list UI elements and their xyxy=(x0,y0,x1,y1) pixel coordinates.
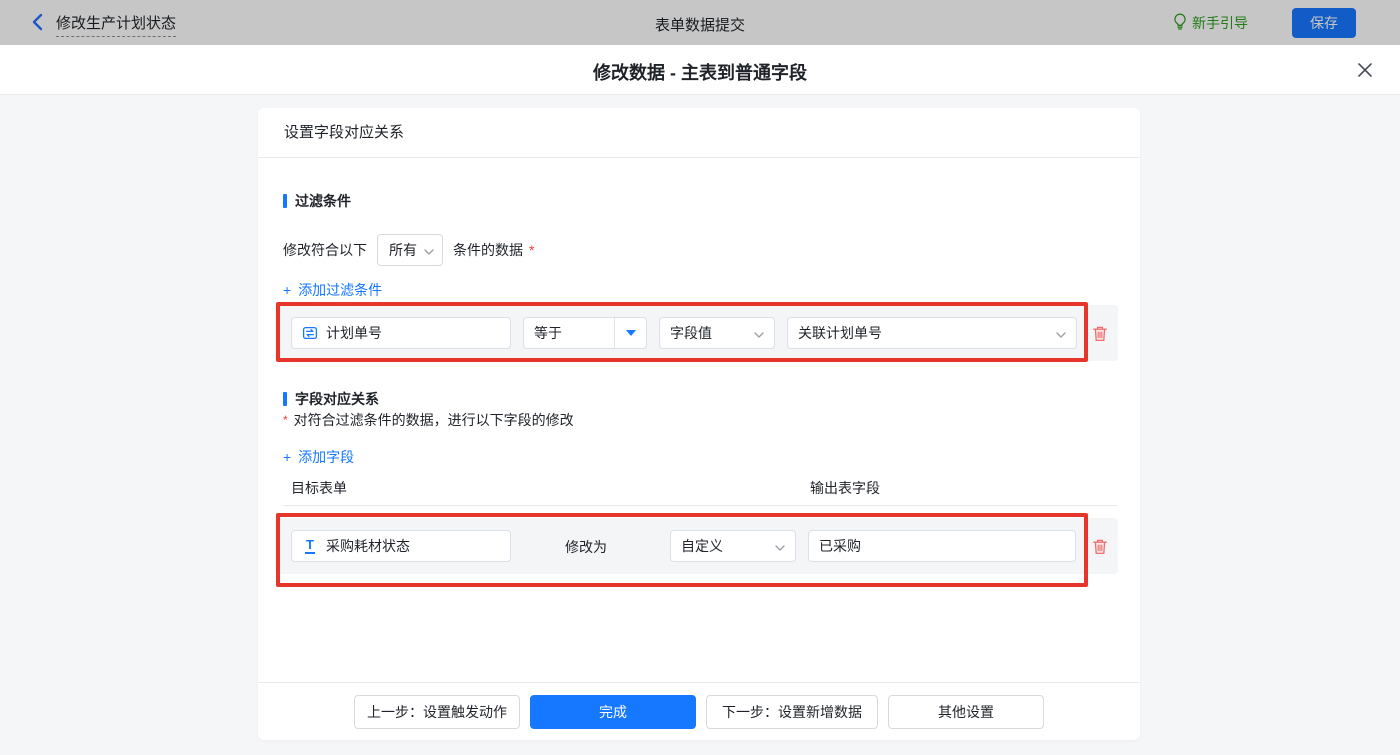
field-mapping-row: T 采购耗材状态 修改为 自定义 已采购 xyxy=(275,518,1118,574)
lightbulb-icon xyxy=(1173,13,1187,33)
output-field-column-header: 输出表字段 xyxy=(810,478,880,498)
serial-number-field-icon xyxy=(302,325,318,341)
required-mark: * xyxy=(529,242,534,258)
section-marker xyxy=(283,194,287,208)
modal-title: 修改数据 - 主表到普通字段 xyxy=(0,59,1400,85)
chevron-down-icon xyxy=(775,538,785,554)
caret-down-icon xyxy=(626,330,636,336)
mapping-note: 对符合过滤条件的数据，进行以下字段的修改 xyxy=(294,410,574,430)
filter-section-title: 过滤条件 xyxy=(283,191,351,211)
close-icon[interactable] xyxy=(1356,61,1374,79)
condition-suffix: 条件的数据 xyxy=(453,240,523,260)
match-mode-select[interactable]: 所有 xyxy=(377,234,443,266)
panel-header: 设置字段对应关系 xyxy=(258,108,1140,158)
operator-value: 等于 xyxy=(524,323,614,343)
target-field-value: 采购耗材状态 xyxy=(326,536,410,556)
other-settings-button[interactable]: 其他设置 xyxy=(888,695,1044,729)
chevron-down-icon xyxy=(424,242,434,258)
filter-field-select[interactable]: 计划单号 xyxy=(291,317,511,349)
target-form-column-header: 目标表单 xyxy=(291,480,347,496)
modify-to-label: 修改为 xyxy=(565,537,607,557)
operator-caret-zone[interactable] xyxy=(614,318,646,348)
mapping-section-title: 字段对应关系 xyxy=(283,389,379,409)
prev-step-button[interactable]: 上一步：设置触发动作 xyxy=(354,695,520,729)
top-bar: 修改生产计划状态 表单数据提交 新手引导 保存 xyxy=(0,0,1400,45)
add-filter-condition-link[interactable]: + 添加过滤条件 xyxy=(283,280,382,300)
compare-value: 关联计划单号 xyxy=(798,323,882,343)
divider xyxy=(283,505,1118,506)
output-type-select[interactable]: 自定义 xyxy=(670,530,796,562)
condition-prefix: 修改符合以下 xyxy=(283,240,367,260)
add-filter-condition-label: 添加过滤条件 xyxy=(298,280,382,300)
mapping-note-line: * 对符合过滤条件的数据，进行以下字段的修改 xyxy=(283,410,574,430)
beginner-guide-link[interactable]: 新手引导 xyxy=(1173,13,1248,33)
modal-body: 设置字段对应关系 过滤条件 修改符合以下 所有 条件的数据 * + 添加过滤条件 xyxy=(0,95,1400,755)
chevron-down-icon xyxy=(754,325,764,341)
add-field-link[interactable]: + 添加字段 xyxy=(283,447,354,467)
chevron-down-icon xyxy=(1056,325,1066,341)
beginner-guide-label: 新手引导 xyxy=(1192,13,1248,33)
compare-value-select[interactable]: 关联计划单号 xyxy=(787,317,1077,349)
mapping-section-label: 字段对应关系 xyxy=(295,389,379,409)
required-mark: * xyxy=(283,413,288,427)
text-field-icon: T xyxy=(302,538,318,554)
value-type-select[interactable]: 字段值 xyxy=(659,317,775,349)
filter-section-label: 过滤条件 xyxy=(295,191,351,211)
filter-condition-line: 修改符合以下 所有 条件的数据 * xyxy=(283,234,534,266)
add-field-label: 添加字段 xyxy=(298,447,354,467)
panel-footer: 上一步：设置触发动作 完成 下一步：设置新增数据 其他设置 xyxy=(258,682,1140,740)
modal-header: 修改数据 - 主表到普通字段 xyxy=(0,45,1400,95)
filter-condition-row: 计划单号 等于 字段值 关联计划单号 xyxy=(275,305,1118,361)
trash-icon[interactable] xyxy=(1092,325,1108,342)
target-field-select[interactable]: T 采购耗材状态 xyxy=(291,530,511,562)
output-value-input[interactable]: 已采购 xyxy=(808,530,1076,562)
value-type-value: 字段值 xyxy=(670,323,712,343)
save-button[interactable]: 保存 xyxy=(1292,8,1356,38)
settings-panel: 设置字段对应关系 过滤条件 修改符合以下 所有 条件的数据 * + 添加过滤条件 xyxy=(258,108,1140,740)
operator-select[interactable]: 等于 xyxy=(523,317,647,349)
plus-icon: + xyxy=(283,282,291,298)
next-step-button[interactable]: 下一步：设置新增数据 xyxy=(706,695,878,729)
plus-icon: + xyxy=(283,449,291,465)
done-button[interactable]: 完成 xyxy=(530,695,696,729)
output-value: 已采购 xyxy=(819,536,861,556)
section-marker xyxy=(283,392,287,406)
match-mode-value: 所有 xyxy=(389,240,417,260)
output-type-value: 自定义 xyxy=(681,536,723,556)
mapping-column-headers: 目标表单 输出表字段 xyxy=(291,478,1118,498)
trash-icon[interactable] xyxy=(1092,538,1108,555)
filter-field-value: 计划单号 xyxy=(326,323,382,343)
